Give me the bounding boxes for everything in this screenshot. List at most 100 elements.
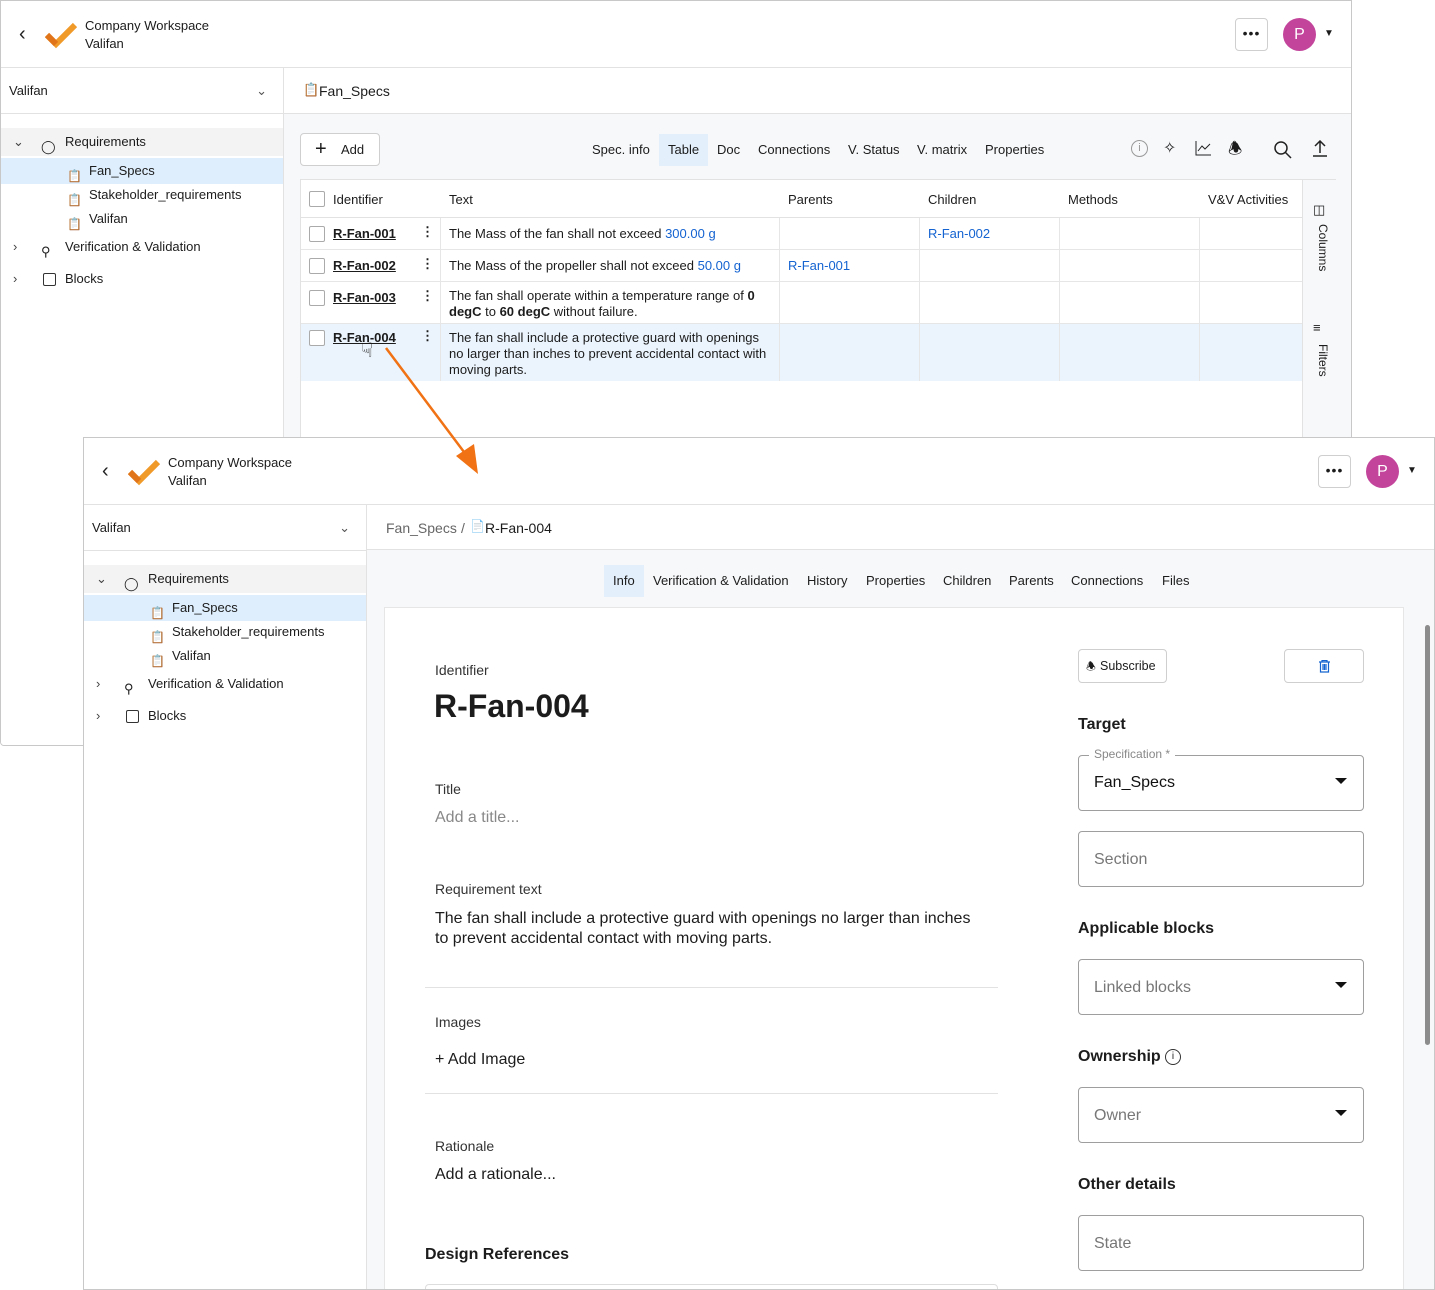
section-placeholder: Section: [1094, 851, 1148, 868]
breadcrumb-parent-link[interactable]: Fan_Specs: [386, 520, 457, 536]
bell-icon[interactable]: 🕭: [1228, 138, 1242, 165]
linked-blocks-select[interactable]: Linked blocks: [1078, 959, 1364, 1015]
select-all-checkbox[interactable]: [309, 191, 325, 207]
table-row[interactable]: R-Fan-001 ⋮ The Mass of the fan shall no…: [301, 218, 1302, 250]
sidebar-item-requirements[interactable]: ⌄ ◯ Requirements: [1, 128, 283, 156]
columns-toggle[interactable]: Columns: [1316, 224, 1330, 271]
info-icon[interactable]: i: [1165, 1049, 1181, 1065]
trash-icon: [1319, 660, 1330, 673]
spec-document-icon: 📋: [150, 630, 165, 644]
project-select[interactable]: Valifan ⌄: [1, 68, 283, 114]
owner-select[interactable]: Owner: [1078, 1087, 1364, 1143]
sidebar-item-blocks[interactable]: › Blocks: [1, 266, 283, 292]
row-checkbox[interactable]: [309, 290, 325, 306]
sidebar-item-label: Blocks: [65, 271, 104, 286]
tab-table[interactable]: Table: [659, 134, 709, 166]
title-input[interactable]: Add a title...: [435, 809, 520, 827]
column-header-identifier[interactable]: Identifier: [333, 192, 383, 207]
row-menu-icon[interactable]: ⋮: [421, 288, 434, 304]
avatar[interactable]: P: [1283, 18, 1316, 51]
specification-select[interactable]: Specification * Fan_Specs: [1078, 747, 1364, 811]
identifier-label: Identifier: [435, 662, 489, 678]
sidebar-item-fan-specs[interactable]: 📋 Fan_Specs: [1, 158, 283, 184]
design-references-box[interactable]: [425, 1284, 998, 1289]
tab-v-matrix[interactable]: V. matrix: [908, 134, 976, 166]
tab-verification-validation[interactable]: Verification & Validation: [644, 565, 798, 597]
table-row[interactable]: R-Fan-002 ⋮ The Mass of the propeller sh…: [301, 250, 1302, 282]
sidebar-item-label: Valifan: [89, 211, 128, 226]
chevron-right-icon[interactable]: ›: [13, 266, 17, 292]
back-chevron-icon[interactable]: ‹: [19, 23, 26, 46]
tab-connections[interactable]: Connections: [1062, 565, 1152, 597]
subscribe-button[interactable]: 🕭 Subscribe: [1078, 649, 1167, 683]
tab-children[interactable]: Children: [934, 565, 1000, 597]
tab-properties[interactable]: Properties: [976, 134, 1053, 166]
sidebar-item-valifan[interactable]: 📋 Valifan: [1, 206, 283, 232]
requirement-id-link[interactable]: R-Fan-003: [333, 290, 396, 305]
scrollbar[interactable]: [1422, 615, 1432, 1289]
search-icon[interactable]: [1274, 141, 1292, 159]
chevron-right-icon[interactable]: ›: [13, 234, 17, 260]
row-checkbox[interactable]: [309, 226, 325, 242]
filter-icon[interactable]: ≡: [1313, 320, 1321, 335]
more-options-button[interactable]: •••: [1318, 455, 1351, 488]
tab-v-status[interactable]: V. Status: [839, 134, 909, 166]
scrollbar-thumb[interactable]: [1425, 625, 1430, 1045]
sidebar-item-fan-specs[interactable]: 📋 Fan_Specs: [84, 595, 366, 621]
tab-doc[interactable]: Doc: [708, 134, 749, 166]
tab-history[interactable]: History: [798, 565, 856, 597]
filters-toggle[interactable]: Filters: [1316, 344, 1330, 377]
tab-spec-info[interactable]: Spec. info: [583, 134, 659, 166]
children-link[interactable]: R-Fan-002: [928, 226, 990, 241]
section-input[interactable]: Section: [1078, 831, 1364, 887]
sidebar-item-blocks[interactable]: › Blocks: [84, 703, 366, 729]
sidebar-item-stakeholder-requirements[interactable]: 📋 Stakeholder_requirements: [1, 182, 283, 208]
divider: [425, 1093, 998, 1094]
tab-parents[interactable]: Parents: [1000, 565, 1063, 597]
parents-link[interactable]: R-Fan-001: [788, 258, 850, 273]
delete-button[interactable]: [1284, 649, 1364, 683]
chevron-right-icon[interactable]: ›: [96, 671, 100, 697]
sidebar-item-stakeholder-requirements[interactable]: 📋 Stakeholder_requirements: [84, 619, 366, 645]
column-header-methods[interactable]: Methods: [1068, 192, 1118, 207]
requirement-text-input[interactable]: The fan shall include a protective guard…: [435, 909, 975, 949]
column-header-vv-activities[interactable]: V&V Activities: [1208, 192, 1288, 207]
avatar-caret-icon[interactable]: ▼: [1324, 28, 1334, 39]
tab-connections[interactable]: Connections: [749, 134, 839, 166]
add-image-button[interactable]: + Add Image: [435, 1051, 525, 1069]
sidebar-item-verification-validation[interactable]: › ⚲ Verification & Validation: [84, 671, 366, 697]
chevron-down-icon[interactable]: ⌄: [13, 128, 24, 156]
row-checkbox[interactable]: [309, 258, 325, 274]
avatar-caret-icon[interactable]: ▼: [1407, 465, 1417, 476]
table-row[interactable]: R-Fan-003 ⋮ The fan shall operate within…: [301, 282, 1302, 324]
requirement-id-link[interactable]: R-Fan-002: [333, 258, 396, 273]
row-checkbox[interactable]: [309, 330, 325, 346]
page-title: Fan_Specs: [319, 83, 390, 99]
rationale-input[interactable]: Add a rationale...: [435, 1166, 556, 1184]
row-menu-icon[interactable]: ⋮: [421, 224, 434, 240]
row-menu-icon[interactable]: ⋮: [421, 256, 434, 272]
column-header-parents[interactable]: Parents: [788, 192, 833, 207]
sidebar-item-valifan[interactable]: 📋 Valifan: [84, 643, 366, 669]
avatar[interactable]: P: [1366, 455, 1399, 488]
state-input[interactable]: State: [1078, 1215, 1364, 1271]
tab-info[interactable]: Info: [604, 565, 644, 597]
sidebar-item-requirements[interactable]: ⌄ ◯ Requirements: [84, 565, 366, 593]
column-header-text[interactable]: Text: [449, 192, 473, 207]
bell-icon: 🕭: [1086, 661, 1096, 673]
sidebar-item-verification-validation[interactable]: › ⚲ Verification & Validation: [1, 234, 283, 260]
tab-properties[interactable]: Properties: [857, 565, 934, 597]
info-icon[interactable]: i: [1131, 140, 1148, 157]
export-icon[interactable]: [1312, 140, 1328, 157]
chart-icon[interactable]: [1195, 141, 1212, 156]
requirement-id-link[interactable]: R-Fan-001: [333, 226, 396, 241]
back-chevron-icon[interactable]: ‹: [102, 460, 109, 483]
tab-files[interactable]: Files: [1153, 565, 1198, 597]
sparkle-icon[interactable]: ✧: [1163, 138, 1176, 158]
column-header-children[interactable]: Children: [928, 192, 976, 207]
more-options-button[interactable]: •••: [1235, 18, 1268, 51]
project-select[interactable]: Valifan ⌄: [84, 505, 366, 551]
columns-icon[interactable]: ◫: [1313, 202, 1325, 218]
chevron-down-icon[interactable]: ⌄: [96, 565, 107, 593]
chevron-right-icon[interactable]: ›: [96, 703, 100, 729]
